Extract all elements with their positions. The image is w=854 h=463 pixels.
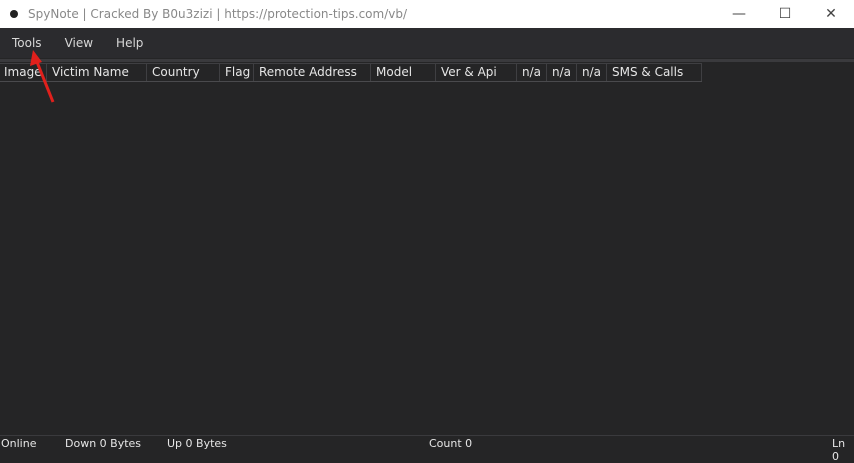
status-up: Up 0 Bytes: [167, 437, 227, 450]
status-ln: Ln 0: [832, 437, 846, 463]
status-online: Online: [1, 437, 37, 450]
column-image[interactable]: Image: [0, 64, 47, 81]
column-country[interactable]: Country: [147, 64, 220, 81]
minimize-button[interactable]: —: [716, 0, 762, 28]
title-bar: SpyNote | Cracked By B0u3zizi | https://…: [0, 0, 854, 28]
column-remote-address[interactable]: Remote Address: [254, 64, 371, 81]
app-icon: [10, 10, 18, 18]
column-sms-calls[interactable]: SMS & Calls: [607, 64, 702, 81]
window-title: SpyNote | Cracked By B0u3zizi | https://…: [28, 7, 408, 21]
column-na-2[interactable]: n/a: [547, 64, 577, 81]
maximize-button[interactable]: ☐: [762, 0, 808, 28]
column-model[interactable]: Model: [371, 64, 436, 81]
column-na-1[interactable]: n/a: [517, 64, 547, 81]
status-count: Count 0: [429, 437, 473, 450]
menu-help[interactable]: Help: [104, 36, 152, 50]
status-bar: Online Down 0 Bytes Up 0 Bytes Count 0 L…: [0, 435, 854, 463]
menu-view[interactable]: View: [53, 36, 102, 50]
menu-tools[interactable]: Tools: [0, 36, 51, 50]
divider: [0, 59, 854, 62]
column-na-3[interactable]: n/a: [577, 64, 607, 81]
column-ver-api[interactable]: Ver & Api: [436, 64, 517, 81]
close-button[interactable]: ✕: [808, 0, 854, 28]
table-header: Image Victim Name Country Flag Remote Ad…: [0, 63, 702, 82]
column-victim-name[interactable]: Victim Name: [47, 64, 147, 81]
status-down: Down 0 Bytes: [65, 437, 142, 450]
column-flag[interactable]: Flag: [220, 64, 254, 81]
menu-bar: Tools View Help: [0, 28, 854, 58]
